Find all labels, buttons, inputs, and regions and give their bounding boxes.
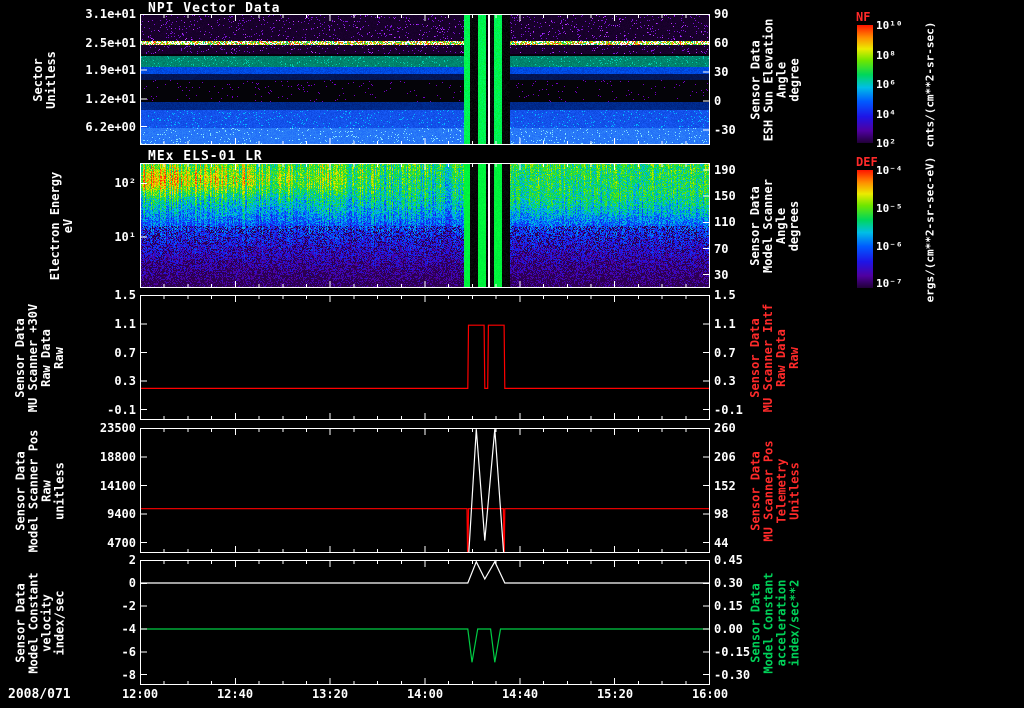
x-tick-label: 16:00 — [691, 687, 729, 701]
left-axis-title-2: Electron Energy eV — [48, 171, 76, 280]
y-tick-label: -8 — [121, 668, 136, 682]
y-tick-label: 190 — [714, 162, 736, 177]
colorbar-tick-label: 10⁻⁶ — [876, 239, 903, 253]
colorbar-gradient-2 — [857, 170, 873, 288]
panel-frame — [140, 428, 710, 553]
y-tick-label: 9400 — [107, 507, 136, 522]
y-tick-label: -0.1 — [107, 403, 136, 417]
y-tick-label: 10² — [114, 176, 136, 190]
plot-panel-2 — [140, 163, 710, 288]
left-axis-title-1: Sector Unitless — [30, 50, 58, 109]
left-axis-title-5: Sensor Data Model Constant velocity index/s… — [13, 571, 67, 674]
x-tick-label: 15:20 — [596, 687, 634, 701]
y-tick-label: 23500 — [99, 421, 136, 435]
y-tick-label: 0.45 — [714, 553, 743, 567]
y-tick-label: 2 — [128, 553, 136, 567]
panel-frame — [140, 14, 710, 145]
panel-frame — [140, 295, 710, 420]
panel2-title: MEx ELS-01 LR — [148, 149, 263, 164]
x-tick-label: 12:40 — [216, 687, 254, 701]
right-axis-title-4: Sensor Data MU Scanner Pos Telemetry Unitle… — [748, 439, 802, 542]
colorbar2-title: DEF — [856, 155, 878, 169]
y-tick-label: 0 — [128, 576, 136, 590]
left-axis-title-3: Sensor Data MU Scanner +30V Raw Data Raw — [13, 303, 67, 412]
colorbar-tick-label: 10⁻⁴ — [876, 164, 903, 177]
y-tick-label: 10¹ — [114, 230, 136, 244]
right-axis-title-5: Sensor Data Model Constant acceleration ind… — [748, 571, 802, 674]
y-tick-label: 6.2e+00 — [85, 119, 136, 134]
y-tick-label: 1.5 — [114, 288, 136, 302]
y-tick-label: 14100 — [99, 478, 136, 493]
y-tick-label: -4 — [121, 622, 136, 636]
plot-panel-4 — [140, 428, 710, 553]
colorbar-tick-label: 10⁴ — [876, 107, 896, 121]
x-tick-label: 13:20 — [311, 687, 349, 701]
colorbar-tick-label: 10¹⁰ — [876, 19, 903, 32]
panel-frame — [140, 560, 710, 685]
x-axis-date-label: 2008/071 — [8, 687, 71, 702]
y-tick-label: 0.7 — [114, 345, 136, 360]
colorbar-tick-label: 10² — [876, 137, 896, 150]
colorbar-tick-label: 10⁶ — [876, 78, 896, 91]
colorbar-gradient-1 — [857, 25, 873, 143]
colorbar-unit-label-2: ergs/(cm**2-sr-sec-eV) — [923, 156, 937, 302]
y-tick-label: 1.9e+01 — [85, 62, 136, 77]
left-axis-title-4: Sensor Data Model Scanner Pos Raw unitless — [12, 429, 66, 552]
x-tick-label: 12:00 — [121, 687, 159, 701]
y-tick-label: 1.5 — [714, 288, 736, 302]
y-tick-label: 0.3 — [114, 374, 136, 389]
y-tick-label: 4700 — [107, 536, 136, 550]
y-tick-label: -6 — [121, 645, 136, 659]
x-tick-label: 14:00 — [406, 687, 444, 701]
y-tick-label: 18800 — [99, 449, 136, 464]
panel-frame — [140, 163, 710, 288]
science-plot-page: NPI Vector Data MEx ELS-01 LR 2008/071 N… — [0, 0, 1024, 708]
colorbar-tick-label: 10⁻⁷ — [876, 277, 903, 291]
y-tick-label: 3.1e+01 — [85, 7, 136, 21]
plot-panel-5 — [140, 560, 710, 685]
right-axis-title-2: Sensor Data Model Scanner Angle degrees — [747, 178, 801, 273]
colorbar1-title: NF — [856, 10, 871, 24]
plot-panel-3 — [140, 295, 710, 420]
y-tick-label: 1.1 — [114, 316, 136, 331]
y-tick-label: 2.5e+01 — [85, 35, 136, 50]
colorbar-unit-label-1: cnts/(cm**2-sr-sec) — [923, 21, 937, 147]
colorbar-tick-label: 10⁻⁵ — [876, 201, 903, 215]
y-tick-label: -2 — [121, 599, 136, 613]
plot-panel-1 — [140, 14, 710, 145]
right-axis-title-3: Sensor Data MU Scanner Intf Raw Data Raw — [748, 303, 802, 412]
y-tick-label: 1.2e+01 — [85, 92, 136, 107]
x-tick-label: 14:40 — [501, 687, 539, 701]
y-tick-label: 260 — [714, 421, 736, 435]
right-axis-title-1: Sensor Data ESH Sun Elevation Angle degree — [747, 18, 801, 141]
colorbar-tick-label: 10⁸ — [876, 48, 896, 62]
